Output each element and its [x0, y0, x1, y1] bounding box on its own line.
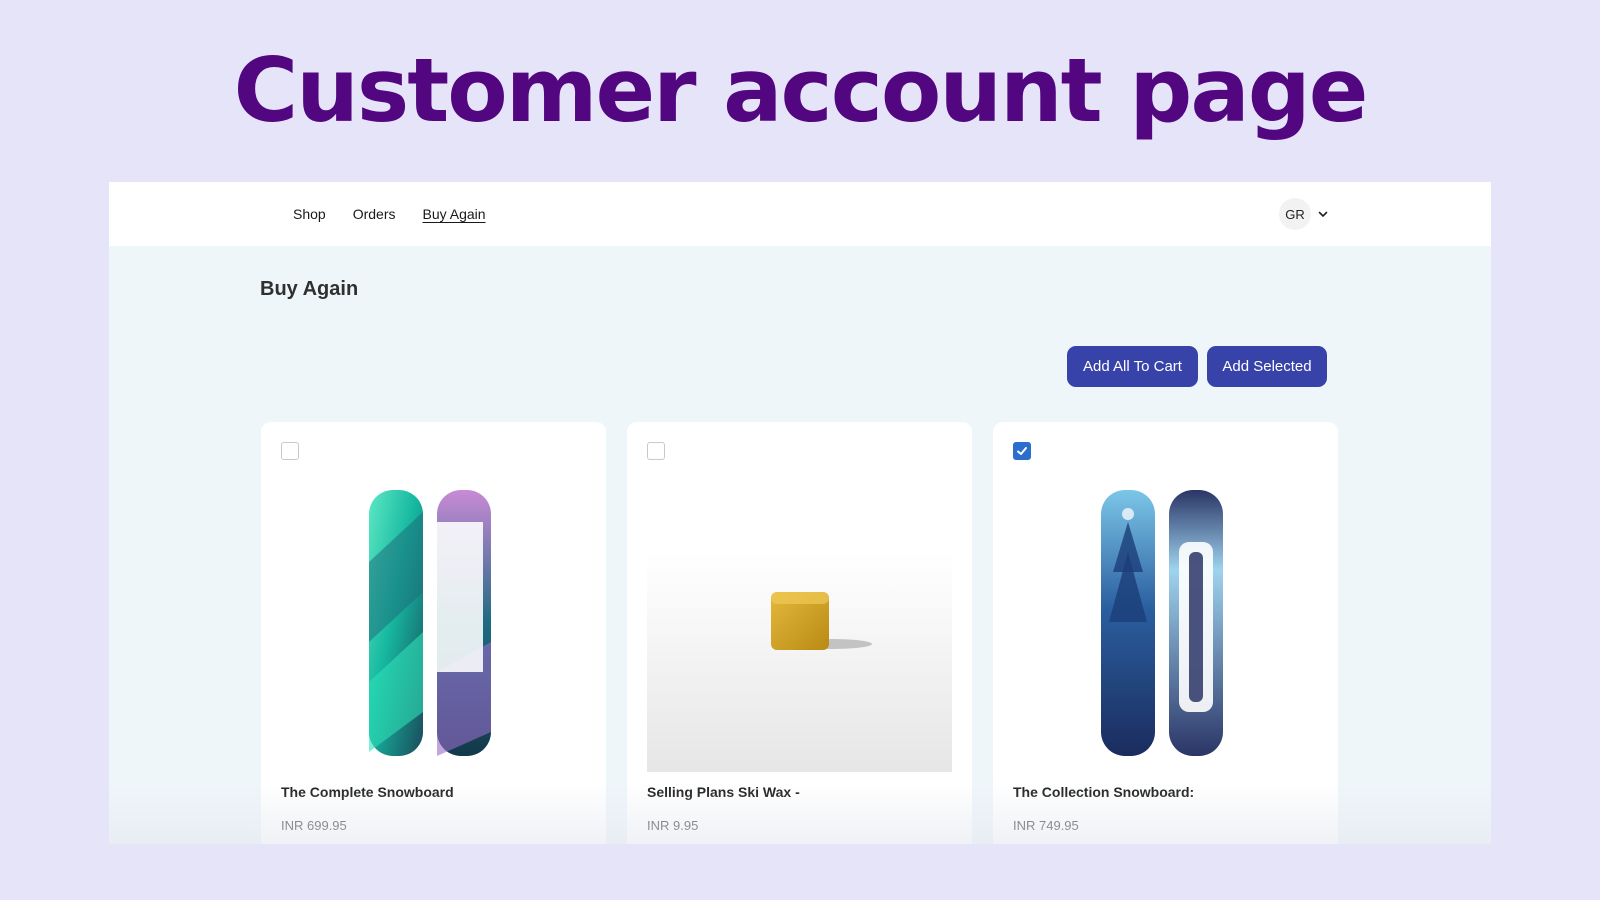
top-navigation-bar: Shop Orders Buy Again GR	[109, 182, 1491, 246]
checkmark-icon	[1017, 447, 1027, 455]
add-selected-button[interactable]: Add Selected	[1207, 346, 1327, 387]
product-name[interactable]: The Complete Snowboard	[281, 784, 454, 800]
page-title: Buy Again	[260, 278, 359, 300]
ski-wax-image	[647, 552, 952, 772]
bulk-actions: Add All To Cart Add Selected	[1067, 346, 1327, 387]
product-select-checkbox[interactable]	[281, 442, 299, 460]
account-menu[interactable]: GR	[1279, 198, 1329, 230]
nav-item-shop[interactable]: Shop	[293, 206, 326, 222]
product-select-checkbox[interactable]	[647, 442, 665, 460]
product-price: INR 9.95	[647, 818, 699, 833]
product-select-checkbox[interactable]	[1013, 442, 1031, 460]
product-price: INR 699.95	[281, 818, 347, 833]
product-card[interactable]: Selling Plans Ski Wax - INR 9.95	[627, 422, 972, 844]
nav-item-buy-again[interactable]: Buy Again	[423, 206, 486, 222]
account-page-frame: Shop Orders Buy Again GR Buy Again Add A…	[109, 182, 1491, 844]
product-name[interactable]: Selling Plans Ski Wax -	[647, 784, 800, 800]
snowboard-image	[1101, 490, 1223, 756]
snowboard-image	[369, 490, 491, 756]
nav-item-orders[interactable]: Orders	[353, 206, 396, 222]
product-card[interactable]: The Collection Snowboard: INR 749.95	[993, 422, 1338, 844]
product-price: INR 749.95	[1013, 818, 1079, 833]
product-name[interactable]: The Collection Snowboard:	[1013, 784, 1194, 800]
avatar[interactable]: GR	[1279, 198, 1311, 230]
main-nav: Shop Orders Buy Again	[293, 182, 486, 246]
product-card[interactable]: The Complete Snowboard INR 699.95	[261, 422, 606, 844]
hero-title: Customer account page	[233, 39, 1369, 142]
chevron-down-icon[interactable]	[1317, 208, 1329, 220]
add-all-to-cart-button[interactable]: Add All To Cart	[1067, 346, 1198, 387]
